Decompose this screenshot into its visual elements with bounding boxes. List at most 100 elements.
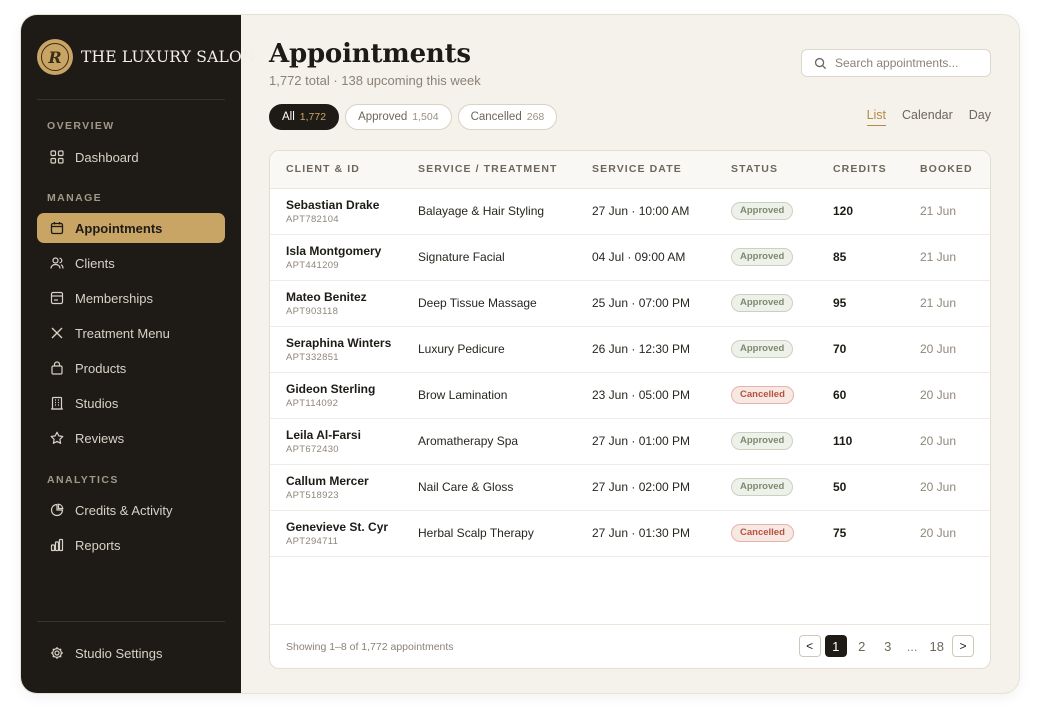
- table-row[interactable]: Leila Al-Farsi APT672430 Aromatherapy Sp…: [270, 418, 990, 465]
- cell-status: Approved: [731, 280, 833, 327]
- sidebar-item-appointments[interactable]: Appointments: [37, 213, 225, 243]
- cell-status: Approved: [731, 464, 833, 511]
- table-row[interactable]: Seraphina Winters APT332851 Luxury Pedic…: [270, 326, 990, 373]
- pie-chart-icon: [50, 503, 64, 517]
- cell-credits: 70: [833, 326, 920, 373]
- view-list-tab[interactable]: List: [866, 108, 887, 126]
- column-header-date[interactable]: SERVICE DATE: [592, 151, 731, 189]
- table-row[interactable]: Mateo Benitez APT903118 Deep Tissue Mass…: [270, 280, 990, 327]
- client-name: Genevieve St. Cyr: [286, 519, 389, 534]
- section-label-overview: OVERVIEW: [47, 120, 115, 132]
- filter-approved[interactable]: Approved 1,504: [345, 104, 452, 130]
- search-box[interactable]: [801, 49, 991, 77]
- cell-client: Isla Montgomery APT441209: [270, 234, 418, 281]
- page-18-button[interactable]: 18: [926, 635, 948, 657]
- search-icon: [814, 57, 827, 69]
- status-badge: Approved: [731, 294, 794, 312]
- appointment-id: APT518923: [286, 489, 339, 501]
- column-header-booked[interactable]: BOOKED: [920, 151, 990, 189]
- page-1-button[interactable]: 1: [824, 635, 847, 657]
- cell-date: 27 Jun · 01:00 PM: [592, 418, 731, 465]
- table-row[interactable]: Callum Mercer APT518923 Nail Care & Glos…: [270, 464, 990, 511]
- status-badge: Cancelled: [731, 386, 794, 404]
- cell-service: Balayage & Hair Styling: [418, 188, 592, 235]
- sidebar-item-dashboard[interactable]: Dashboard: [37, 142, 225, 172]
- table-row[interactable]: Sebastian Drake APT782104 Balayage & Hai…: [270, 188, 990, 235]
- search-input[interactable]: [835, 56, 985, 70]
- cell-service: Aromatherapy Spa: [418, 418, 592, 465]
- appointment-id: APT441209: [286, 259, 339, 271]
- view-day-tab[interactable]: Day: [969, 108, 991, 126]
- cell-status: Approved: [731, 234, 833, 281]
- cell-status: Cancelled: [731, 510, 833, 557]
- column-header-credits[interactable]: CREDITS: [833, 151, 920, 189]
- filter-cancelled[interactable]: Cancelled 268: [457, 104, 558, 130]
- sidebar-divider: [37, 99, 225, 100]
- cell-client: Gideon Sterling APT114092: [270, 372, 418, 419]
- filter-count: 1,504: [412, 111, 439, 123]
- sidebar-item-memberships[interactable]: Memberships: [37, 283, 225, 313]
- cell-status: Approved: [731, 326, 833, 373]
- prev-page-button[interactable]: <: [798, 635, 821, 657]
- sidebar-item-products[interactable]: Products: [37, 353, 225, 383]
- sidebar-item-studios[interactable]: Studios: [37, 388, 225, 418]
- sidebar-item-label: Treatment Menu: [75, 325, 170, 341]
- cell-client: Genevieve St. Cyr APT294711: [270, 510, 418, 557]
- page-title: Appointments: [269, 39, 471, 69]
- bar-chart-icon: [50, 538, 64, 552]
- client-name: Gideon Sterling: [286, 381, 376, 396]
- column-header-service[interactable]: SERVICE / TREATMENT: [418, 151, 592, 189]
- filter-all[interactable]: All 1,772: [269, 104, 340, 130]
- main-content: Appointments 1,772 total · 138 upcoming …: [241, 15, 1019, 693]
- column-header-status[interactable]: STATUS: [731, 151, 833, 189]
- filter-label: Approved: [358, 111, 408, 123]
- sidebar-item-credits-activity[interactable]: Credits & Activity: [37, 495, 225, 525]
- cell-date: 23 Jun · 05:00 PM: [592, 372, 731, 419]
- table-row[interactable]: Genevieve St. Cyr APT294711 Herbal Scalp…: [270, 510, 990, 557]
- brand[interactable]: R THE LUXURY SALON: [37, 39, 256, 75]
- sidebar-item-treatment-menu[interactable]: Treatment Menu: [37, 318, 225, 348]
- sidebar-item-studio-settings[interactable]: Studio Settings: [37, 638, 225, 668]
- cell-booked: 21 Jun: [920, 188, 990, 235]
- table-row[interactable]: Gideon Sterling APT114092 Brow Laminatio…: [270, 372, 990, 419]
- appointment-id: APT332851: [286, 351, 339, 363]
- cell-credits: 120: [833, 188, 920, 235]
- page-ellipsis: ...: [906, 638, 918, 654]
- brand-logo: R: [37, 39, 73, 75]
- cell-credits: 110: [833, 418, 920, 465]
- sidebar-item-label: Dashboard: [75, 149, 139, 165]
- users-icon: [50, 256, 64, 270]
- view-calendar-tab[interactable]: Calendar: [902, 108, 953, 126]
- sidebar-item-label: Products: [75, 360, 127, 376]
- sidebar: R THE LUXURY SALON OVERVIEW Dashboard MA…: [21, 15, 255, 693]
- cell-service: Nail Care & Gloss: [418, 464, 592, 511]
- next-page-button[interactable]: >: [952, 635, 974, 657]
- brand-monogram: R: [41, 43, 69, 71]
- sidebar-item-clients[interactable]: Clients: [37, 248, 225, 278]
- cell-service: Brow Lamination: [418, 372, 592, 419]
- table-row[interactable]: Isla Montgomery APT441209 Signature Faci…: [270, 234, 990, 281]
- view-switcher: List Calendar Day: [866, 108, 991, 126]
- page-2-button[interactable]: 2: [851, 635, 873, 657]
- app-window: R THE LUXURY SALON OVERVIEW Dashboard MA…: [21, 15, 1019, 693]
- cell-service: Herbal Scalp Therapy: [418, 510, 592, 557]
- cell-booked: 20 Jun: [920, 326, 990, 373]
- sidebar-item-reviews[interactable]: Reviews: [37, 423, 225, 453]
- filter-label: Cancelled: [470, 111, 522, 123]
- gear-icon: [50, 646, 64, 660]
- filter-chips: All 1,772 Approved 1,504 Cancelled 268: [269, 104, 558, 130]
- client-name: Callum Mercer: [286, 473, 369, 488]
- appointments-table-card: CLIENT & ID SERVICE / TREATMENT SERVICE …: [269, 150, 991, 669]
- status-badge: Approved: [731, 248, 794, 266]
- cell-booked: 20 Jun: [920, 418, 990, 465]
- cell-status: Cancelled: [731, 372, 833, 419]
- column-header-client[interactable]: CLIENT & ID: [270, 151, 418, 189]
- scissors-icon: [50, 326, 64, 340]
- page-3-button[interactable]: 3: [877, 635, 899, 657]
- cell-client: Leila Al-Farsi APT672430: [270, 418, 418, 465]
- cell-service: Luxury Pedicure: [418, 326, 592, 373]
- sidebar-item-reports[interactable]: Reports: [37, 530, 225, 560]
- cell-credits: 50: [833, 464, 920, 511]
- appointment-id: APT782104: [286, 213, 339, 225]
- cell-credits: 75: [833, 510, 920, 557]
